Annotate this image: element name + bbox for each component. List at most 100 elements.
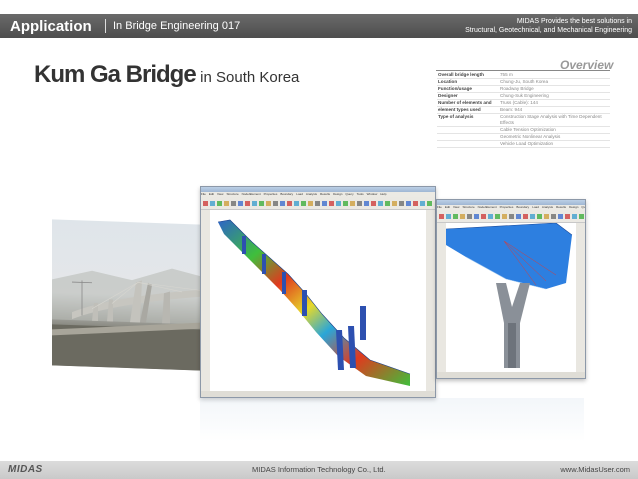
toolbar-icon[interactable]: [385, 201, 390, 206]
menu-item[interactable]: Edit: [209, 192, 214, 196]
toolbar-icon[interactable]: [551, 214, 556, 219]
toolbar-icon[interactable]: [427, 201, 432, 206]
toolbar-icon[interactable]: [364, 201, 369, 206]
toolbar-icon[interactable]: [224, 201, 229, 206]
toolbar-icon[interactable]: [259, 201, 264, 206]
toolbar-icon[interactable]: [481, 214, 486, 219]
menu-item[interactable]: Results: [556, 205, 566, 209]
menu-item[interactable]: Edit: [445, 205, 450, 209]
toolbar-icon[interactable]: [252, 201, 257, 206]
overview-value: Geometric Nonlinear Analysis: [499, 133, 610, 141]
toolbar-icon[interactable]: [266, 201, 271, 206]
toolbar-icon[interactable]: [446, 214, 451, 219]
toolbar-icon[interactable]: [439, 214, 444, 219]
menu-item[interactable]: Results: [320, 192, 330, 196]
header-title: Application: [10, 18, 92, 35]
toolbar-icon[interactable]: [392, 201, 397, 206]
overview-key: element types used: [437, 106, 499, 114]
menu-item[interactable]: Properties: [500, 205, 514, 209]
menu-item[interactable]: Load: [296, 192, 303, 196]
menu-item[interactable]: Load: [532, 205, 539, 209]
toolbar-icon[interactable]: [371, 201, 376, 206]
window-right-panel: [576, 223, 585, 372]
toolbar-icon[interactable]: [203, 201, 208, 206]
toolbar-icon[interactable]: [502, 214, 507, 219]
toolbar-icon[interactable]: [406, 201, 411, 206]
toolbar-icon[interactable]: [565, 214, 570, 219]
window-toolbar: [201, 197, 435, 210]
menu-item[interactable]: Node/Element: [478, 205, 497, 209]
toolbar-icon[interactable]: [231, 201, 236, 206]
toolbar-icon[interactable]: [467, 214, 472, 219]
menu-item[interactable]: Help: [380, 192, 386, 196]
menu-item[interactable]: File: [437, 205, 442, 209]
toolbar-icon[interactable]: [453, 214, 458, 219]
toolbar-icon[interactable]: [474, 214, 479, 219]
toolbar-icon[interactable]: [516, 214, 521, 219]
toolbar-icon[interactable]: [399, 201, 404, 206]
window-toolbar: [437, 210, 585, 223]
menu-item[interactable]: Structure: [462, 205, 474, 209]
overview-key: [437, 126, 499, 134]
footer-url-link[interactable]: www.MidasUser.com: [560, 465, 630, 474]
toolbar-icon[interactable]: [530, 214, 535, 219]
overview-key: [437, 133, 499, 141]
toolbar-icon[interactable]: [420, 201, 425, 206]
menu-item[interactable]: Query: [345, 192, 353, 196]
menu-item[interactable]: Query: [581, 205, 585, 209]
toolbar-icon[interactable]: [273, 201, 278, 206]
toolbar-icon[interactable]: [210, 201, 215, 206]
toolbar-icon[interactable]: [245, 201, 250, 206]
toolbar-icon[interactable]: [413, 201, 418, 206]
toolbar-icon[interactable]: [217, 201, 222, 206]
menu-item[interactable]: Design: [569, 205, 578, 209]
menu-item[interactable]: Boundary: [516, 205, 529, 209]
menu-item[interactable]: Design: [333, 192, 342, 196]
toolbar-icon[interactable]: [558, 214, 563, 219]
toolbar-icon[interactable]: [544, 214, 549, 219]
menu-item[interactable]: View: [217, 192, 223, 196]
menu-item[interactable]: Structure: [226, 192, 238, 196]
overview-row: Function/usage Roadway Bridge: [437, 85, 610, 93]
toolbar-icon[interactable]: [329, 201, 334, 206]
menu-item[interactable]: File: [201, 192, 206, 196]
toolbar-icon[interactable]: [280, 201, 285, 206]
menu-item[interactable]: Properties: [264, 192, 278, 196]
toolbar-icon[interactable]: [238, 201, 243, 206]
menu-item[interactable]: Tools: [357, 192, 364, 196]
midas-logo: MIDAS: [8, 464, 43, 475]
tagline-line1: MIDAS Provides the best solutions in: [516, 18, 632, 25]
toolbar-icon[interactable]: [572, 214, 577, 219]
toolbar-icon[interactable]: [523, 214, 528, 219]
menu-item[interactable]: View: [453, 205, 459, 209]
overview-row: Geometric Nonlinear Analysis: [437, 133, 610, 141]
toolbar-icon[interactable]: [350, 201, 355, 206]
overview-value: Vehicle Load Optimization: [499, 140, 610, 148]
overview-value: Truss (Cable): 144: [499, 99, 610, 107]
overview-row: Vehicle Load Optimization: [437, 140, 610, 148]
menu-item[interactable]: Analysis: [542, 205, 553, 209]
toolbar-icon[interactable]: [495, 214, 500, 219]
toolbar-icon[interactable]: [378, 201, 383, 206]
toolbar-icon[interactable]: [308, 201, 313, 206]
overview-row: Designer Chung-Suk Engineering: [437, 92, 610, 100]
toolbar-icon[interactable]: [579, 214, 584, 219]
toolbar-icon[interactable]: [322, 201, 327, 206]
header-separator: [105, 19, 106, 33]
menu-item[interactable]: Node/Element: [242, 192, 261, 196]
toolbar-icon[interactable]: [343, 201, 348, 206]
toolbar-icon[interactable]: [287, 201, 292, 206]
toolbar-icon[interactable]: [315, 201, 320, 206]
menu-item[interactable]: Boundary: [280, 192, 293, 196]
toolbar-icon[interactable]: [509, 214, 514, 219]
toolbar-icon[interactable]: [294, 201, 299, 206]
menu-item[interactable]: Window: [367, 192, 378, 196]
toolbar-icon[interactable]: [488, 214, 493, 219]
toolbar-icon[interactable]: [537, 214, 542, 219]
overview-value: Roadway Bridge: [499, 85, 610, 93]
menu-item[interactable]: Analysis: [306, 192, 317, 196]
toolbar-icon[interactable]: [357, 201, 362, 206]
toolbar-icon[interactable]: [301, 201, 306, 206]
toolbar-icon[interactable]: [460, 214, 465, 219]
toolbar-icon[interactable]: [336, 201, 341, 206]
